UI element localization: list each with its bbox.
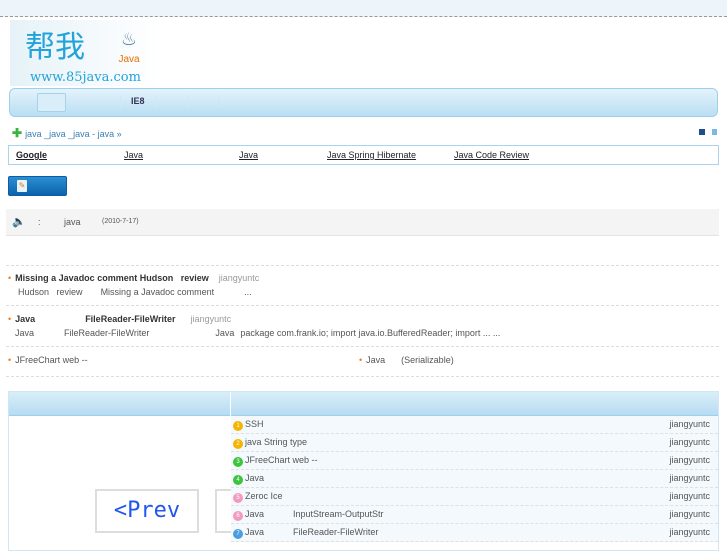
rank-icon: 3 — [233, 457, 243, 467]
list-item[interactable]: 2 java String type jiangyuntc — [231, 434, 718, 452]
edit-icon: ✎ — [17, 180, 27, 192]
notice-date: (2010-7-17) — [102, 218, 139, 225]
logo-url: www.85java.com — [30, 70, 141, 85]
item-title[interactable]: JFreeChart web -- — [245, 452, 318, 469]
item-author[interactable]: jiangyuntc — [669, 452, 710, 469]
logo-chinese: 帮我 — [25, 30, 85, 65]
rank-icon: 7 — [233, 529, 243, 539]
item-author[interactable]: jiangyuntc — [669, 470, 710, 487]
item-title[interactable]: Java — [245, 470, 264, 487]
related-link[interactable]: • JFreeChart web -- — [8, 355, 88, 365]
item-title[interactable]: Java — [245, 506, 264, 523]
article-list: 1 SSH jiangyuntc 2 java String type jiangyunt… — [231, 416, 718, 542]
rank-icon: 5 — [233, 493, 243, 503]
item-author[interactable]: jiangyuntc — [669, 416, 710, 433]
related-link[interactable]: • Java (Serializable) — [359, 355, 454, 365]
nav-item-ie8[interactable]: IE8 — [131, 96, 145, 106]
article-item: • Java FileReader-FileWriter jiangyuntc Jav… — [8, 314, 501, 338]
site-logo[interactable]: 帮我 ♨ Java www.85java.com — [10, 20, 160, 86]
item-subtitle[interactable]: InputStream-OutputStr — [293, 506, 384, 523]
link-java-2[interactable]: Java — [239, 150, 258, 160]
item-author[interactable]: jiangyuntc — [669, 434, 710, 451]
rank-icon: 4 — [233, 475, 243, 485]
rank-icon: 6 — [233, 511, 243, 521]
item-subtitle[interactable]: FileReader-FileWriter — [293, 524, 378, 541]
plus-icon: ✚ — [12, 126, 23, 140]
top-bar — [0, 0, 727, 17]
list-item[interactable]: 7 Java FileReader-FileWriter jiangyuntc — [231, 524, 718, 542]
nav-item-home[interactable] — [37, 93, 66, 112]
speaker-icon: 🔈 — [12, 216, 26, 228]
article-item: • Missing a Javadoc comment Hudson review… — [8, 273, 260, 297]
notice-bar: 🔈 : java (2010-7-17) — [6, 209, 719, 236]
article-table: <Prev 1 SSH jiangyuntc 2 java String type jia… — [8, 391, 719, 551]
item-author[interactable]: jiangyuntc — [669, 506, 710, 523]
breadcrumb: ✚ java _java _java - java » — [12, 126, 122, 140]
notice-text[interactable]: java — [64, 217, 81, 227]
link-code-review[interactable]: Java Code Review — [454, 150, 529, 160]
layout-toggle-light[interactable] — [712, 129, 717, 135]
list-item[interactable]: 5 Zeroc Ice jiangyuntc — [231, 488, 718, 506]
prev-button[interactable]: <Prev — [95, 489, 199, 533]
table-header — [9, 392, 718, 416]
item-title[interactable]: java String type — [245, 434, 307, 451]
list-item[interactable]: 3 JFreeChart web -- jiangyuntc — [231, 452, 718, 470]
link-bar: Google Java Java Java Spring Hibernate J… — [8, 145, 719, 165]
item-author[interactable]: jiangyuntc — [669, 524, 710, 541]
java-logo-icon: ♨ Java — [118, 29, 140, 65]
new-post-button[interactable]: ✎ — [8, 176, 67, 196]
link-spring-hibernate[interactable]: Java Spring Hibernate — [327, 150, 416, 160]
list-item[interactable]: 4 Java jiangyuntc — [231, 470, 718, 488]
rank-icon: 1 — [233, 421, 243, 431]
list-item[interactable]: 6 Java InputStream-OutputStr jiangyuntc — [231, 506, 718, 524]
item-author[interactable]: jiangyuntc — [669, 488, 710, 505]
link-google[interactable]: Google — [16, 150, 47, 160]
link-java-1[interactable]: Java — [124, 150, 143, 160]
nav-bar: IE8 — [9, 88, 718, 117]
rank-icon: 2 — [233, 439, 243, 449]
item-title[interactable]: SSH — [245, 416, 264, 433]
list-item[interactable]: 1 SSH jiangyuntc — [231, 416, 718, 434]
item-title[interactable]: Zeroc Ice — [245, 488, 283, 505]
layout-toggle-dark[interactable] — [699, 129, 705, 135]
item-title[interactable]: Java — [245, 524, 264, 541]
